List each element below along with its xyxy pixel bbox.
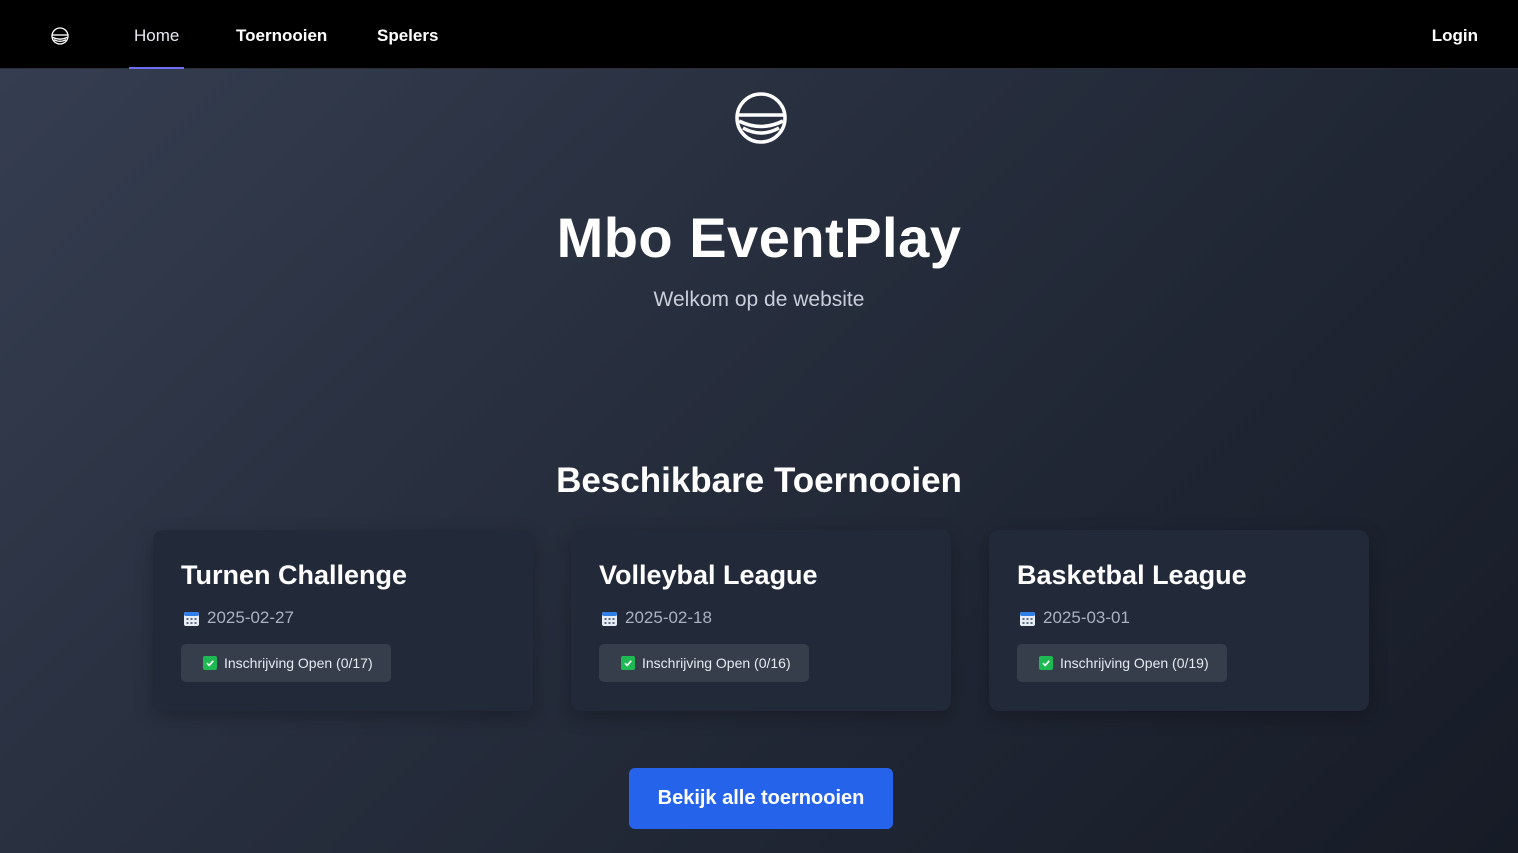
status-badge: Inschrijving Open (0/17) xyxy=(181,644,391,682)
view-all-tournaments-button[interactable]: Bekijk alle toernooien xyxy=(629,768,893,829)
tournament-title: Turnen Challenge xyxy=(181,560,408,590)
calendar-icon xyxy=(602,611,617,626)
nav-link-toernooien[interactable]: Toernooien xyxy=(236,0,327,69)
tournament-title: Volleybal League xyxy=(599,560,818,590)
tournament-card[interactable]: Basketbal League 2025-03-01 Inschrijving… xyxy=(989,530,1369,711)
nav-link-home[interactable]: Home xyxy=(128,0,185,69)
tournament-date-text: 2025-03-01 xyxy=(1043,608,1130,627)
ball-logo-icon[interactable] xyxy=(51,27,69,45)
ball-logo-icon xyxy=(735,92,787,144)
check-icon xyxy=(621,656,635,670)
calendar-icon xyxy=(1020,611,1035,626)
tournament-date: 2025-02-27 xyxy=(183,608,294,628)
tournament-title: Basketbal League xyxy=(1017,560,1247,590)
tournament-card[interactable]: Turnen Challenge 2025-02-27 Inschrijving… xyxy=(153,530,533,711)
nav-link-spelers[interactable]: Spelers xyxy=(377,0,438,69)
section-title: Beschikbare Toernooien xyxy=(556,461,962,500)
status-text: Inschrijving Open (0/19) xyxy=(1060,655,1209,671)
tournament-date-text: 2025-02-27 xyxy=(207,608,294,627)
status-text: Inschrijving Open (0/16) xyxy=(642,655,791,671)
calendar-icon xyxy=(184,611,199,626)
page-subtitle: Welkom op de website xyxy=(653,288,865,311)
tournament-date: 2025-03-01 xyxy=(1019,608,1130,628)
tournament-date-text: 2025-02-18 xyxy=(625,608,712,627)
tournament-date: 2025-02-18 xyxy=(601,608,712,628)
check-icon xyxy=(203,656,217,670)
page-title: Mbo EventPlay xyxy=(556,206,962,269)
top-navbar: Home Toernooien Spelers Login xyxy=(0,0,1518,69)
status-text: Inschrijving Open (0/17) xyxy=(224,655,373,671)
status-badge: Inschrijving Open (0/16) xyxy=(599,644,809,682)
status-badge: Inschrijving Open (0/19) xyxy=(1017,644,1227,682)
check-icon xyxy=(1039,656,1053,670)
login-link[interactable]: Login xyxy=(1432,0,1478,69)
tournament-card[interactable]: Volleybal League 2025-02-18 Inschrijving… xyxy=(571,530,951,711)
